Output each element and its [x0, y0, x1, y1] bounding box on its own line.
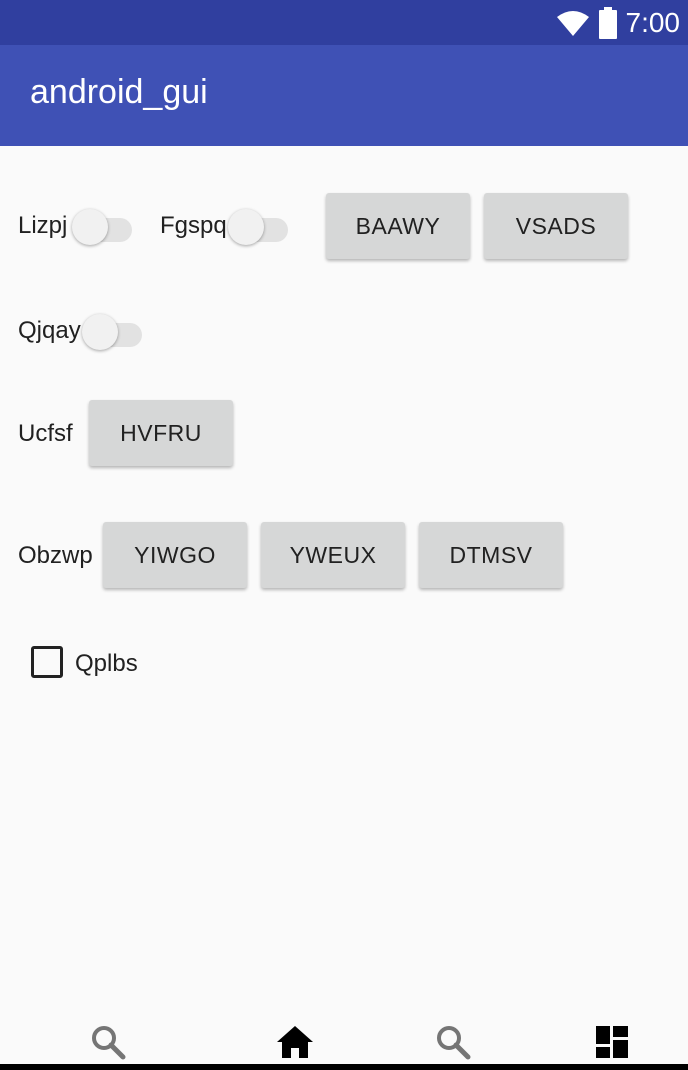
- switch-thumb: [82, 314, 118, 350]
- switch-qjqay-label: Qjqay: [18, 317, 81, 344]
- nav-dashboard[interactable]: [588, 1022, 636, 1062]
- bottom-navigation: [0, 1016, 688, 1070]
- yweux-button[interactable]: YWEUX: [261, 522, 405, 588]
- hvfru-button[interactable]: HVFRU: [89, 400, 233, 466]
- search-icon: [437, 1026, 471, 1060]
- switch-fgspq-label: Fgspq: [160, 212, 227, 239]
- main-content: Lizpj Fgspq BAAWY VSADS Qjqay Ucfsf HVFR…: [0, 146, 688, 1016]
- switch-qjqay[interactable]: [82, 310, 142, 350]
- dashboard-icon: [596, 1026, 628, 1058]
- switch-lizpj-label: Lizpj: [18, 212, 68, 239]
- qplbs-checkbox-label[interactable]: Qplbs: [75, 650, 138, 678]
- status-icons: 7:00: [556, 0, 681, 45]
- qplbs-checkbox[interactable]: [31, 646, 63, 678]
- battery-icon: [598, 6, 617, 39]
- nav-home[interactable]: [271, 1022, 319, 1062]
- ucfsf-label: Ucfsf: [18, 420, 73, 447]
- app-title: android_gui: [30, 73, 208, 111]
- app-bar: android_gui: [0, 45, 688, 146]
- switch-lizpj[interactable]: [72, 205, 132, 245]
- baawy-button[interactable]: BAAWY: [326, 193, 470, 259]
- system-nav-bar: [0, 1064, 688, 1070]
- nav-search[interactable]: [84, 1022, 132, 1062]
- switch-thumb: [72, 209, 108, 245]
- nav-search-2[interactable]: [429, 1022, 477, 1062]
- status-time: 7:00: [625, 6, 681, 38]
- switch-fgspq[interactable]: [228, 205, 288, 245]
- switch-thumb: [228, 209, 264, 245]
- home-icon: [277, 1026, 313, 1058]
- status-bar: 7:00: [0, 0, 688, 45]
- yiwgo-button[interactable]: YIWGO: [103, 522, 247, 588]
- obzwp-label: Obzwp: [18, 542, 93, 569]
- vsads-button[interactable]: VSADS: [484, 193, 628, 259]
- search-icon: [92, 1026, 126, 1060]
- dtmsv-button[interactable]: DTMSV: [419, 522, 563, 588]
- wifi-icon: [556, 10, 589, 36]
